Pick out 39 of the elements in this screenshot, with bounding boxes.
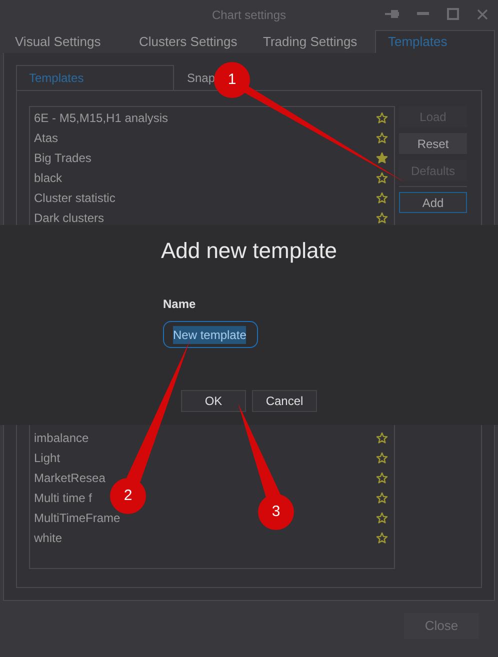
template-name[interactable]: Atas [34, 129, 58, 147]
star-icon[interactable] [376, 492, 388, 504]
name-field[interactable]: New template [163, 321, 258, 348]
star-icon[interactable] [376, 112, 388, 124]
template-name[interactable]: 6E - M5,M15,H1 analysis [34, 109, 168, 127]
star-icon[interactable] [376, 532, 388, 544]
star-icon[interactable] [376, 512, 388, 524]
template-name[interactable]: MarketResea [34, 469, 106, 487]
dialog-title: Add new template [160, 237, 338, 265]
filled-star-icon[interactable] [376, 152, 388, 164]
tab[interactable]: Trading Settings [251, 30, 375, 53]
dialog-button[interactable]: OK [181, 390, 246, 412]
star-icon[interactable] [376, 172, 388, 184]
window-title: Chart settings [212, 7, 286, 24]
template-name[interactable]: imbalance [34, 429, 89, 447]
minimize-icon[interactable] [417, 12, 429, 16]
template-name[interactable]: black [34, 169, 62, 187]
maximize-icon[interactable] [447, 8, 459, 20]
star-icon[interactable] [376, 472, 388, 484]
star-icon[interactable] [376, 452, 388, 464]
template-name[interactable]: white [34, 529, 62, 547]
side-button[interactable]: Reset [399, 133, 467, 154]
template-name[interactable]: Cluster statistic [34, 189, 116, 207]
star-icon[interactable] [376, 432, 388, 444]
field-label: Name [163, 296, 197, 313]
dialog-button[interactable]: Cancel [252, 390, 317, 412]
tab[interactable]: Clusters Settings [127, 30, 251, 53]
close-icon[interactable] [477, 8, 488, 20]
template-name[interactable]: Dark clusters [34, 209, 104, 227]
template-name[interactable]: Big Trades [34, 149, 92, 167]
star-icon[interactable] [376, 192, 388, 204]
side-button[interactable]: Add [399, 192, 467, 213]
tab[interactable]: Visual Settings [3, 30, 127, 53]
star-icon[interactable] [376, 132, 388, 144]
template-name[interactable]: Light [34, 449, 60, 467]
pin-icon[interactable] [385, 9, 399, 19]
template-name[interactable]: Multi time f [34, 489, 92, 507]
star-icon[interactable] [376, 212, 388, 224]
subtab[interactable]: Snap [174, 65, 216, 90]
